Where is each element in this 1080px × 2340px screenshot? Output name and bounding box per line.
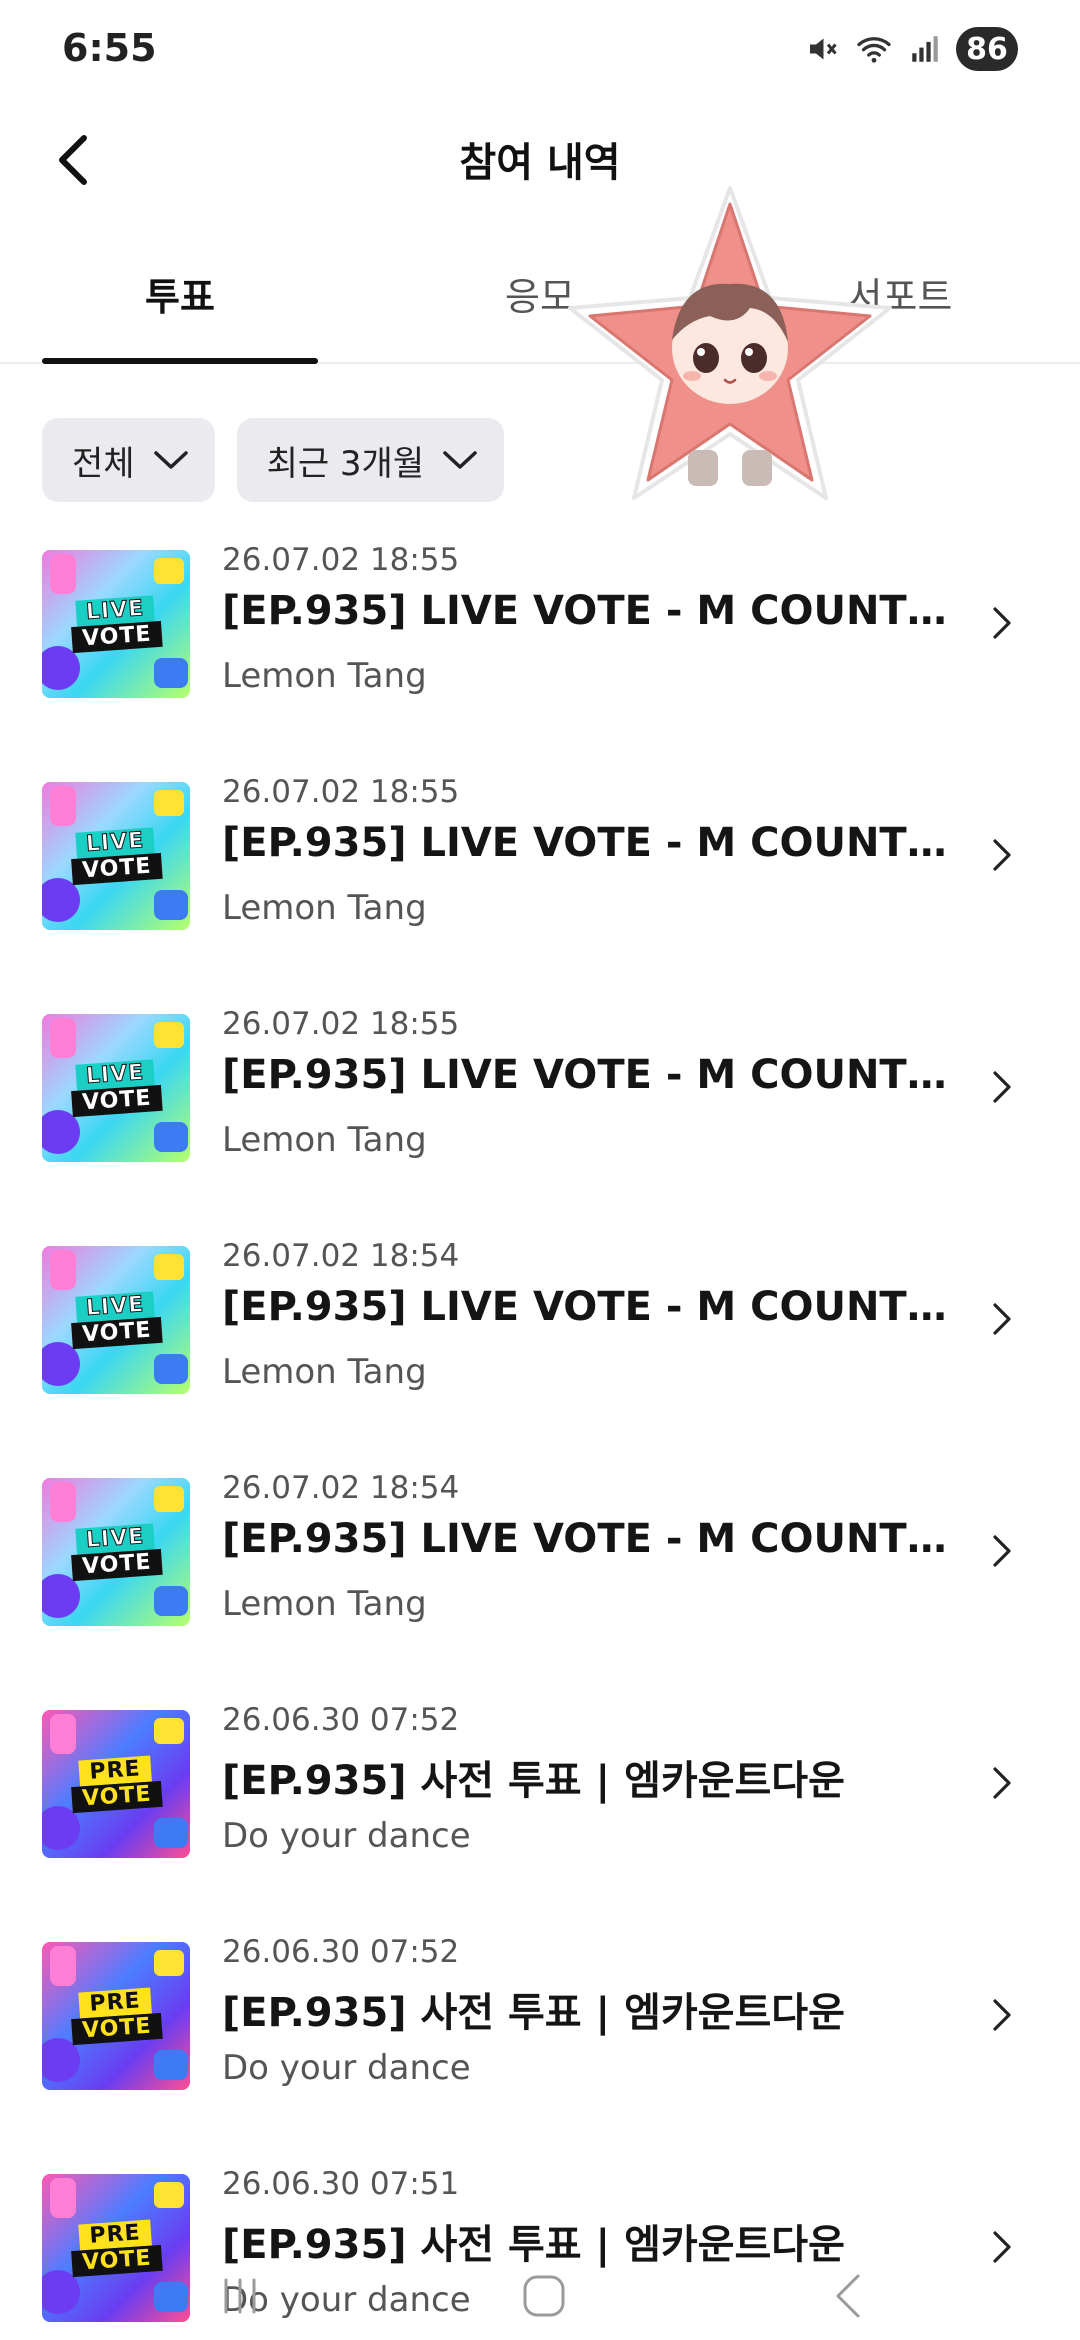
tab-active-indicator — [42, 358, 318, 364]
thumbnail-line2: VOTE — [71, 852, 163, 886]
thumbnail-line2: VOTE — [71, 620, 163, 654]
item-artist: Lemon Tang — [222, 1352, 427, 1392]
thumbnail-line2: VOTE — [71, 1780, 163, 1814]
tab-bar: 투표 응모 서포트 — [0, 240, 1080, 364]
item-title: [EP.935] 사전 투표 | 엠카운트다운 — [222, 1990, 845, 2036]
recents-icon — [224, 2278, 256, 2314]
item-artist: Lemon Tang — [222, 1120, 427, 1160]
list-item[interactable]: LIVE VOTE 26.07.02 18:54 [EP.935] LIVE VOTE… — [0, 1460, 1080, 1692]
vote-thumbnail: PRE VOTE — [42, 1710, 190, 1858]
vote-thumbnail: LIVE VOTE — [42, 1246, 190, 1394]
filter-category-dropdown[interactable]: 전체 — [42, 418, 215, 502]
item-date: 26.06.30 07:51 — [222, 2166, 460, 2202]
item-title: [EP.935] LIVE VOTE - M COUNTDO... — [222, 1516, 952, 1562]
back-icon — [836, 2274, 860, 2318]
chevron-down-icon — [443, 451, 477, 469]
nav-back-button[interactable] — [808, 2256, 888, 2336]
thumbnail-line2: VOTE — [71, 1084, 163, 1118]
item-title: [EP.935] LIVE VOTE - M COUNTDO... — [222, 1284, 952, 1330]
character-sticker[interactable] — [560, 180, 900, 520]
app-header: 참여 내역 — [0, 110, 1080, 210]
tab-vote[interactable]: 투표 — [30, 266, 330, 336]
nav-home-button[interactable] — [504, 2256, 584, 2336]
item-artist: Lemon Tang — [222, 656, 427, 696]
battery-badge: 86 — [956, 27, 1018, 71]
chevron-down-icon — [153, 451, 188, 469]
item-date: 26.07.02 18:55 — [222, 774, 460, 810]
status-time: 6:55 — [62, 26, 157, 70]
chevron-right-icon — [982, 1990, 1022, 2040]
mute-icon — [804, 31, 840, 67]
chevron-right-icon — [982, 598, 1022, 648]
list-item[interactable]: LIVE VOTE 26.07.02 18:55 [EP.935] LIVE VOTE… — [0, 532, 1080, 764]
nav-recents-button[interactable] — [200, 2256, 280, 2336]
vote-thumbnail: PRE VOTE — [42, 1942, 190, 2090]
list-item[interactable]: LIVE VOTE 26.07.02 18:55 [EP.935] LIVE VOTE… — [0, 764, 1080, 996]
chevron-right-icon — [982, 830, 1022, 880]
home-icon — [523, 2275, 565, 2317]
participation-list: LIVE VOTE 26.07.02 18:55 [EP.935] LIVE VOTE… — [0, 532, 1080, 2340]
item-date: 26.07.02 18:54 — [222, 1238, 460, 1274]
status-icons: 86 — [804, 26, 1018, 72]
item-title: [EP.935] LIVE VOTE - M COUNTDO... — [222, 1052, 952, 1098]
list-item[interactable]: LIVE VOTE 26.07.02 18:54 [EP.935] LIVE VOTE… — [0, 1228, 1080, 1460]
thumbnail-line2: VOTE — [71, 1548, 163, 1582]
item-artist: Lemon Tang — [222, 888, 427, 928]
item-title: [EP.935] LIVE VOTE - M COUNTDO... — [222, 588, 952, 634]
chevron-right-icon — [982, 1758, 1022, 1808]
list-item[interactable]: PRE VOTE 26.06.30 07:52 [EP.935] 사전 투표 | 엠카… — [0, 1924, 1080, 2156]
item-artist: Do your dance — [222, 1816, 471, 1856]
filter-period-label: 최근 3개월 — [266, 443, 425, 484]
thumbnail-line2: VOTE — [71, 2012, 163, 2046]
thumbnail-line2: VOTE — [71, 1316, 163, 1350]
status-bar: 6:55 86 — [0, 0, 1080, 100]
item-date: 26.07.02 18:54 — [222, 1470, 460, 1506]
item-title: [EP.935] LIVE VOTE - M COUNTDO... — [222, 820, 952, 866]
item-artist: Lemon Tang — [222, 1584, 427, 1624]
vote-thumbnail: LIVE VOTE — [42, 1014, 190, 1162]
item-date: 26.07.02 18:55 — [222, 542, 460, 578]
chevron-right-icon — [982, 1294, 1022, 1344]
signal-icon — [908, 32, 942, 66]
filter-bar: 전체 최근 3개월 — [42, 418, 505, 502]
vote-thumbnail: LIVE VOTE — [42, 1478, 190, 1626]
page-title: 참여 내역 — [459, 140, 621, 186]
list-item[interactable]: LIVE VOTE 26.07.02 18:55 [EP.935] LIVE VOTE… — [0, 996, 1080, 1228]
vote-thumbnail: LIVE VOTE — [42, 782, 190, 930]
chevron-right-icon — [982, 1526, 1022, 1576]
item-date: 26.06.30 07:52 — [222, 1702, 460, 1738]
system-nav-bar — [0, 2240, 1080, 2340]
chevron-right-icon — [982, 1062, 1022, 1112]
vote-thumbnail: LIVE VOTE — [42, 550, 190, 698]
item-artist: Do your dance — [222, 2048, 471, 2088]
item-title: [EP.935] 사전 투표 | 엠카운트다운 — [222, 1758, 845, 1804]
item-date: 26.07.02 18:55 — [222, 1006, 460, 1042]
filter-period-dropdown[interactable]: 최근 3개월 — [236, 418, 505, 502]
list-item[interactable]: PRE VOTE 26.06.30 07:52 [EP.935] 사전 투표 | 엠카… — [0, 1692, 1080, 1924]
item-date: 26.06.30 07:52 — [222, 1934, 460, 1970]
wifi-icon — [854, 31, 894, 67]
filter-category-label: 전체 — [72, 443, 135, 484]
